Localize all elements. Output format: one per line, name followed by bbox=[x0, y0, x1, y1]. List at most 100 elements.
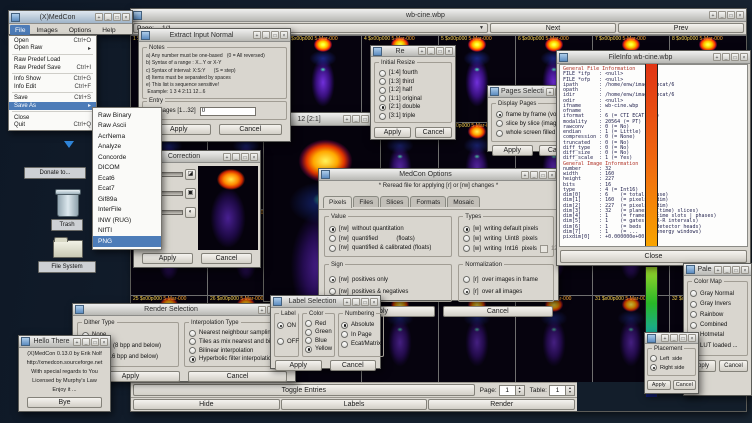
image-cell[interactable]: 3 $x00p000 5-Mar-000 bbox=[285, 36, 361, 122]
apply-button[interactable]: Apply bbox=[142, 253, 193, 264]
menubar-item[interactable]: Help bbox=[97, 25, 120, 35]
table-spinner[interactable]: 1 ▲▼ bbox=[549, 385, 575, 396]
tab[interactable]: Formats bbox=[410, 196, 446, 207]
menu-item[interactable]: Raw Binary bbox=[93, 110, 161, 121]
donate-button[interactable]: Donate to... bbox=[24, 167, 86, 179]
titlebar-close-button[interactable]: × bbox=[370, 298, 378, 306]
titlebar-maximize-button[interactable]: □ bbox=[731, 53, 739, 61]
tab[interactable]: Slices bbox=[380, 196, 409, 207]
apply-button[interactable]: Apply bbox=[492, 145, 533, 156]
value-option[interactable]: [rw] without quantitation bbox=[329, 226, 447, 233]
menu-item[interactable]: Close bbox=[9, 114, 96, 122]
titlebar-shade-button[interactable]: + bbox=[521, 171, 529, 179]
apply-button[interactable]: Apply bbox=[275, 360, 322, 371]
titlebar-maximize-button[interactable]: □ bbox=[113, 13, 121, 21]
titlebar-shade-button[interactable]: + bbox=[546, 88, 554, 96]
cancel-button[interactable]: Cancel bbox=[201, 253, 252, 264]
menu-item[interactable]: Save Ctrl+S bbox=[9, 95, 96, 103]
trash-label[interactable]: Trash bbox=[51, 219, 83, 231]
titlebar-minimize-button[interactable]: _ bbox=[104, 13, 112, 21]
value-option[interactable]: [rw] quantified (floats) bbox=[329, 235, 447, 242]
color-option[interactable]: Green bbox=[305, 329, 332, 336]
label-option[interactable]: ON bbox=[277, 322, 296, 329]
titlebar[interactable]: Re +_□× bbox=[371, 46, 455, 57]
next-button[interactable]: Next bbox=[490, 23, 616, 33]
titlebar-maximize-button[interactable]: □ bbox=[539, 171, 547, 179]
menu-item[interactable]: Concorde bbox=[93, 152, 161, 163]
menu-item[interactable]: Info Edit Ctrl+F bbox=[9, 83, 96, 91]
images-input[interactable] bbox=[200, 107, 256, 116]
spinner-arrows-icon[interactable]: ▲▼ bbox=[566, 385, 575, 396]
cancel-button[interactable]: Cancel bbox=[443, 306, 554, 317]
menu-item[interactable]: Quit Ctrl+Q bbox=[9, 121, 96, 129]
titlebar-minimize-button[interactable]: _ bbox=[723, 266, 731, 274]
menu-item[interactable]: DICOM bbox=[93, 163, 161, 174]
titlebar-shade-button[interactable]: + bbox=[258, 306, 266, 314]
spinner-arrows-icon[interactable]: ▲▼ bbox=[516, 385, 525, 396]
labels-button[interactable]: Labels bbox=[281, 399, 428, 410]
toggle-entries-button[interactable]: Toggle Entries bbox=[133, 384, 475, 396]
prev-button[interactable]: Prev bbox=[618, 23, 744, 33]
titlebar-minimize-button[interactable]: _ bbox=[427, 47, 435, 55]
titlebar-shade-button[interactable]: + bbox=[661, 334, 669, 342]
types-option[interactable]: [w] writing Int16 pixels 12 bits used bbox=[463, 245, 549, 253]
titlebar-maximize-button[interactable]: □ bbox=[241, 153, 249, 161]
titlebar[interactable]: wb-cine.wbp +_□× bbox=[131, 9, 746, 22]
menu-item[interactable]: Gif89a bbox=[93, 194, 161, 205]
titlebar-minimize-button[interactable]: _ bbox=[722, 53, 730, 61]
titlebar-maximize-button[interactable]: □ bbox=[271, 31, 279, 39]
menu-item[interactable]: InterFile bbox=[93, 205, 161, 216]
titlebar-maximize-button[interactable]: □ bbox=[732, 266, 740, 274]
correction-mode-icon[interactable]: ▣ bbox=[185, 188, 196, 199]
titlebar-shade-button[interactable]: + bbox=[418, 47, 426, 55]
cancel-button[interactable]: Cancel bbox=[219, 124, 283, 135]
menu-item[interactable]: Open Ctrl+O bbox=[9, 37, 96, 45]
menu-item[interactable]: Raw Predef Load bbox=[9, 56, 96, 64]
titlebar-shade-button[interactable]: + bbox=[713, 53, 721, 61]
color-map-option[interactable]: Rainbow bbox=[690, 311, 745, 318]
color-map-option[interactable]: Gray Normal bbox=[690, 290, 745, 297]
titlebar-maximize-button[interactable]: □ bbox=[727, 11, 735, 19]
cancel-button[interactable]: Cancel bbox=[673, 380, 697, 390]
numbering-option[interactable]: Ecat/Matrix bbox=[341, 341, 381, 348]
titlebar-minimize-button[interactable]: _ bbox=[262, 31, 270, 39]
correction-mode-icon[interactable]: ◐ bbox=[185, 207, 196, 218]
menu-item[interactable]: PNG bbox=[93, 236, 161, 247]
titlebar[interactable]: Hello There +_□× bbox=[19, 336, 110, 348]
titlebar-close-button[interactable]: × bbox=[280, 31, 288, 39]
titlebar-close-button[interactable]: × bbox=[741, 266, 749, 274]
titlebar-close-button[interactable]: × bbox=[548, 171, 556, 179]
titlebar-minimize-button[interactable]: _ bbox=[718, 11, 726, 19]
apply-button[interactable]: Apply bbox=[647, 380, 671, 390]
folder-icon[interactable] bbox=[53, 240, 83, 258]
titlebar-minimize-button[interactable]: _ bbox=[352, 298, 360, 306]
menu-item[interactable]: Ecat7 bbox=[93, 184, 161, 195]
titlebar-close-button[interactable]: × bbox=[100, 338, 108, 346]
resize-option[interactable]: [1:4] fourth bbox=[379, 70, 447, 77]
titlebar-maximize-button[interactable]: □ bbox=[679, 334, 687, 342]
close-button[interactable]: Close bbox=[560, 250, 747, 263]
resize-option[interactable]: [3:1] triple bbox=[379, 113, 447, 120]
render-button[interactable]: Render bbox=[428, 399, 575, 410]
titlebar-shade-button[interactable]: + bbox=[714, 266, 722, 274]
types-option[interactable]: [w] writing Uint8 pixels bbox=[463, 235, 549, 242]
filesystem-label[interactable]: File System bbox=[38, 261, 96, 273]
titlebar-close-button[interactable]: × bbox=[445, 47, 453, 55]
titlebar-close-button[interactable]: × bbox=[122, 13, 130, 21]
cancel-button[interactable]: Cancel bbox=[330, 360, 377, 371]
titlebar-minimize-button[interactable]: _ bbox=[670, 334, 678, 342]
menu-item[interactable]: AcrNema bbox=[93, 131, 161, 142]
titlebar[interactable]: +_□× bbox=[645, 333, 698, 344]
tab[interactable]: Files bbox=[353, 196, 379, 207]
titlebar-close-button[interactable]: × bbox=[736, 11, 744, 19]
menu-item[interactable]: Raw Predef Save Ctrl+I bbox=[9, 64, 96, 72]
titlebar-shade-button[interactable]: + bbox=[343, 115, 351, 123]
tab[interactable]: Pixels bbox=[323, 196, 352, 208]
menu-item[interactable]: INW (RUG) bbox=[93, 215, 161, 226]
hide-button[interactable]: Hide bbox=[133, 399, 280, 410]
trash-icon[interactable] bbox=[57, 192, 79, 217]
placement-option[interactable]: Left side bbox=[650, 355, 693, 362]
titlebar-shade-button[interactable]: + bbox=[709, 11, 717, 19]
titlebar-maximize-button[interactable]: □ bbox=[361, 298, 369, 306]
resize-option[interactable]: [1:3] third bbox=[379, 78, 447, 85]
